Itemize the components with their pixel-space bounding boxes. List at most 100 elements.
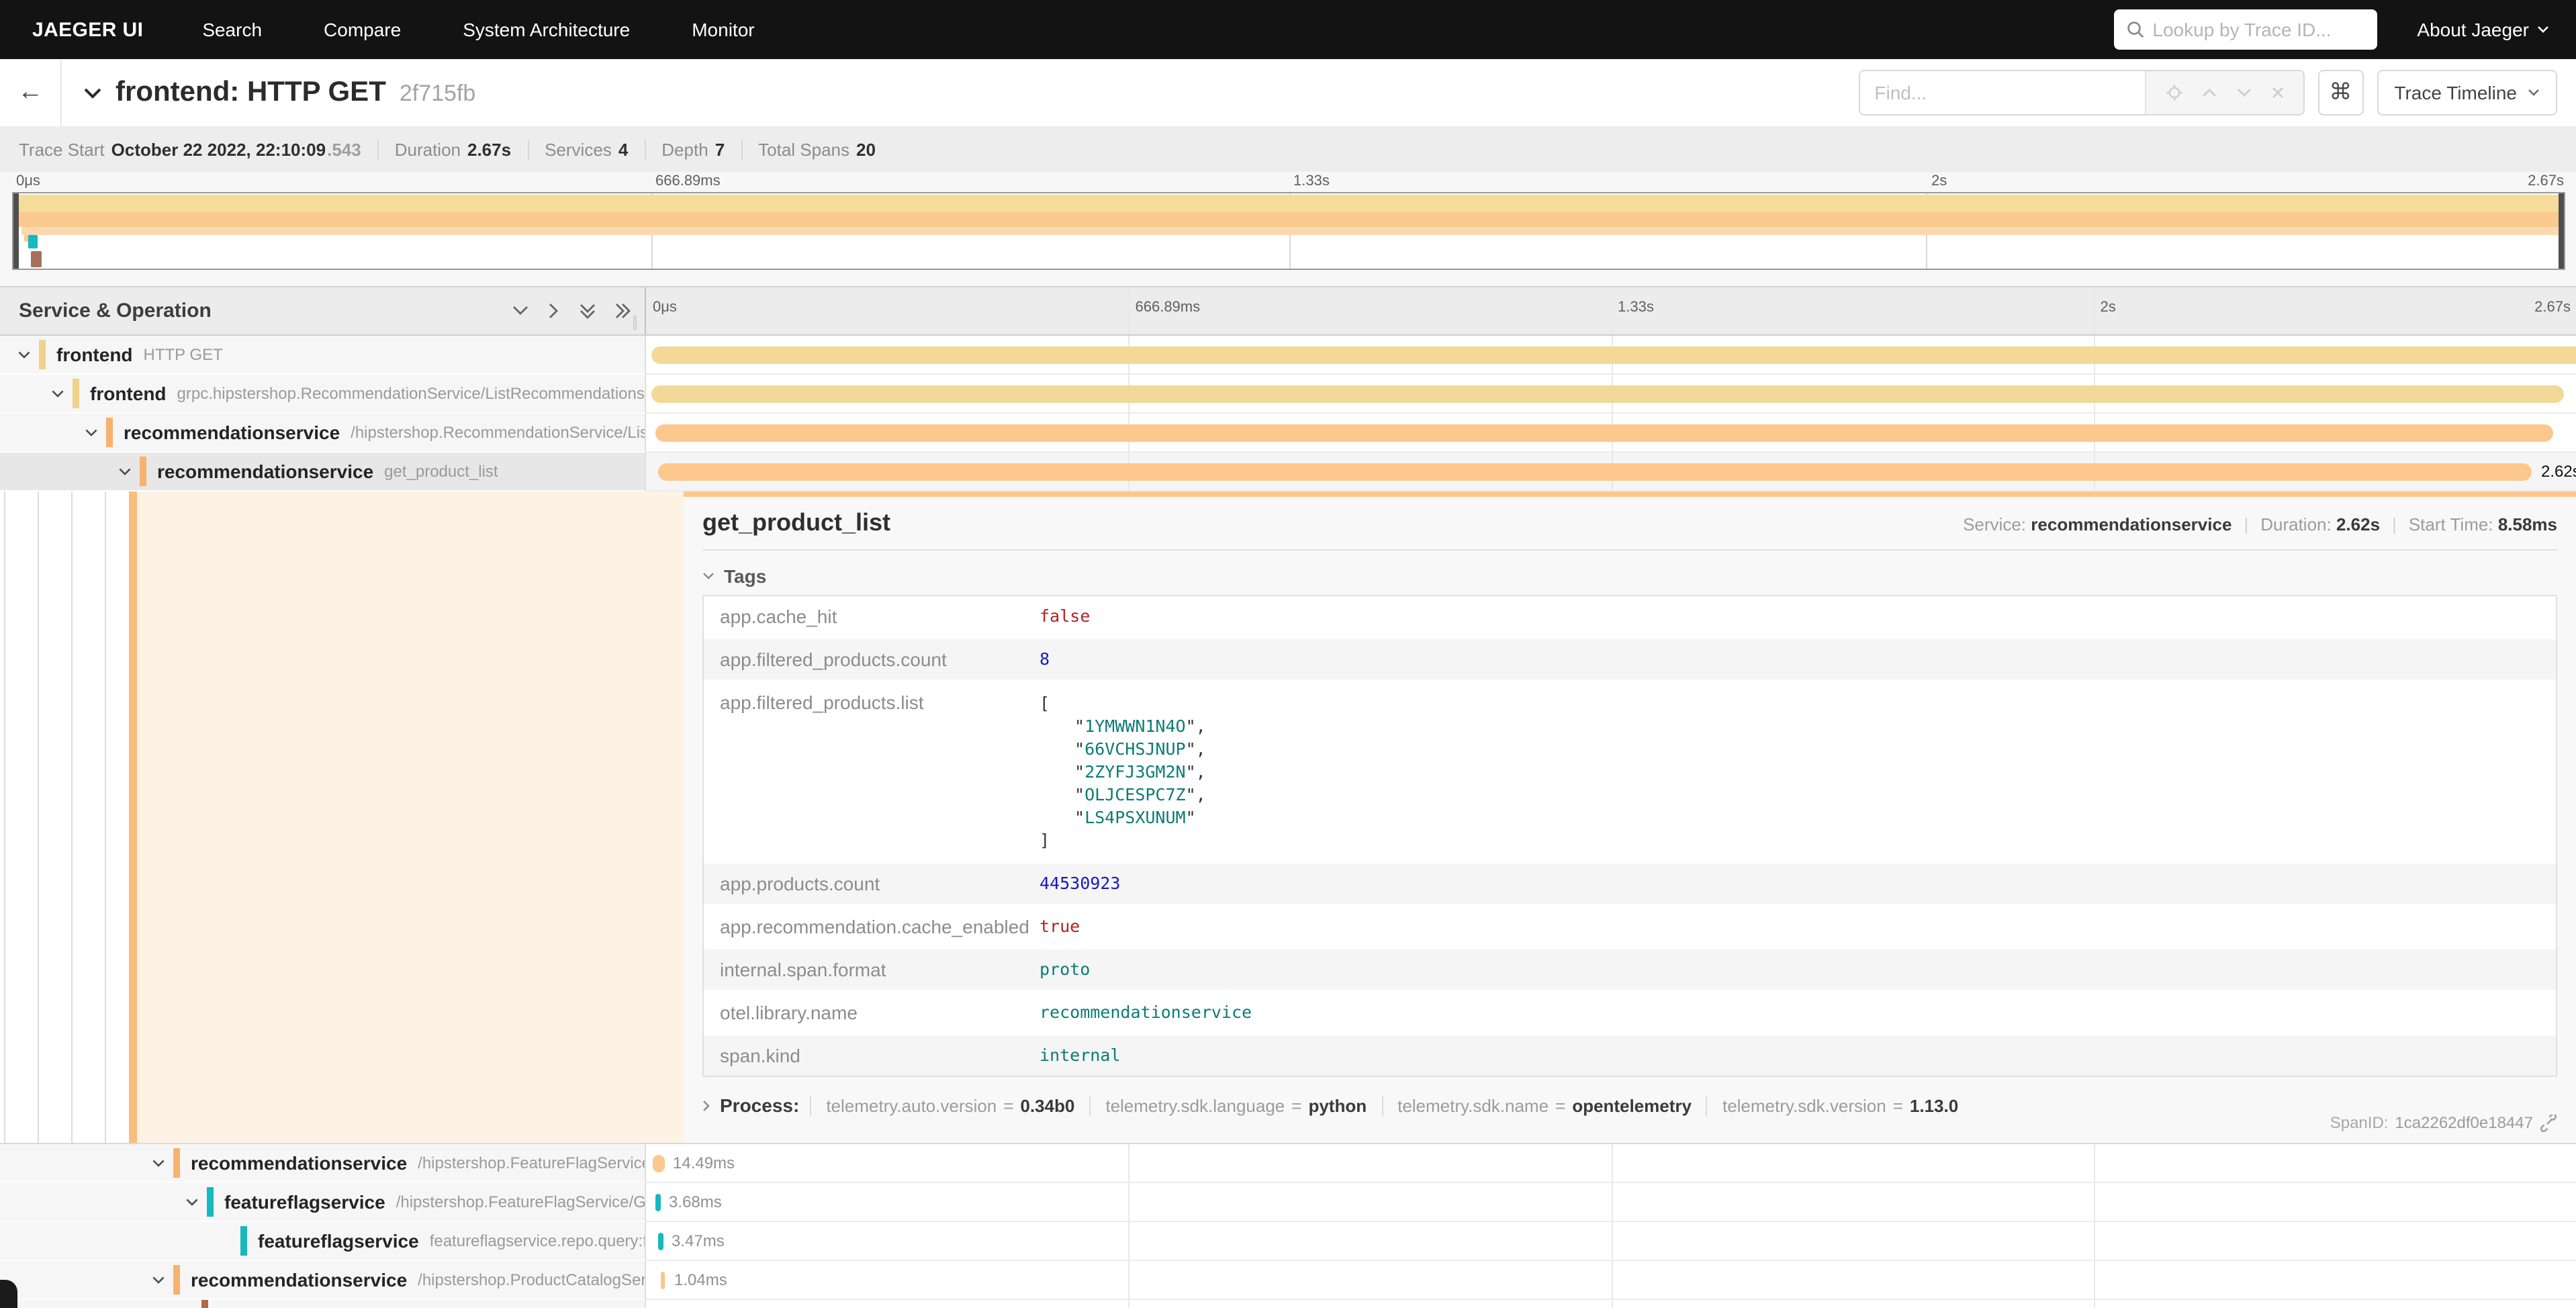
minimap-span-strip	[31, 251, 42, 267]
chevron-down-icon[interactable]	[114, 467, 136, 476]
span-bar-cell[interactable]	[646, 336, 2576, 375]
span-duration-bar[interactable]	[651, 346, 2576, 364]
trace-title: frontend: HTTP GET	[116, 77, 386, 109]
process-tag: telemetry.auto.version=0.34b0	[810, 1095, 1089, 1115]
service-name: featureflagservice	[258, 1230, 419, 1252]
span-duration-label: 3.68ms	[669, 1193, 722, 1211]
operation-name: /hipstershop.FeatureFlagService/Ge...	[396, 1193, 646, 1211]
tags-section-toggle[interactable]: Tags	[702, 565, 2557, 587]
span-name-cell[interactable]: recommendationservice /hipstershop.Recom…	[0, 414, 646, 453]
span-duration-bar[interactable]	[655, 424, 2553, 442]
process-tag: telemetry.sdk.language=python	[1089, 1095, 1381, 1115]
trace-view-selector[interactable]: Trace Timeline	[2377, 70, 2557, 115]
span-id-row: SpanID: 1ca2262df0e18447	[2330, 1113, 2557, 1132]
span-name-cell[interactable]	[0, 1300, 646, 1308]
span-duration-bar[interactable]	[658, 463, 2532, 481]
nav-link-system-architecture[interactable]: System Architecture	[463, 19, 630, 40]
span-name-cell[interactable]: frontend grpc.hipstershop.Recommendation…	[0, 375, 646, 414]
collapse-one-icon[interactable]	[512, 305, 529, 317]
depth-label: Depth	[661, 139, 708, 159]
tag-key: app.filtered_products.list	[704, 682, 1031, 861]
gridline	[1611, 1222, 1612, 1260]
collapse-trace-chevron-icon[interactable]	[83, 87, 102, 99]
prev-match-icon[interactable]	[2202, 87, 2218, 98]
service-name: recommendationservice	[124, 422, 340, 443]
brand-logo[interactable]: JAEGER UI	[32, 18, 143, 41]
collapse-all-icon[interactable]	[579, 303, 596, 319]
trace-id-short: 2f715fb	[400, 81, 475, 107]
nav-link-search[interactable]: Search	[202, 19, 262, 40]
span-duration-bar[interactable]	[658, 1233, 663, 1250]
back-button[interactable]: ←	[0, 59, 62, 126]
minimap-right-scrubber[interactable]	[2559, 193, 2564, 269]
span-duration-bar[interactable]	[653, 1155, 665, 1172]
service-color-bar	[207, 1187, 214, 1217]
span-name-cell[interactable]: recommendationservice /hipstershop.Produ…	[0, 1261, 646, 1300]
expand-one-icon[interactable]	[548, 302, 560, 320]
span-name-cell[interactable]: featureflagservice /hipstershop.FeatureF…	[0, 1183, 646, 1222]
span-id-value: 1ca2262df0e18447	[2395, 1113, 2533, 1132]
depth-value: 7	[715, 139, 725, 159]
span-bar-cell[interactable]: 14.49ms	[646, 1144, 2576, 1183]
process-section-toggle[interactable]: Process: telemetry.auto.version=0.34b0 t…	[702, 1094, 2557, 1116]
tag-key: app.products.count	[704, 863, 1031, 904]
span-name-cell[interactable]: recommendationservice get_product_list	[0, 453, 646, 492]
service-operation-header: Service & Operation	[19, 299, 212, 322]
quote: "	[1074, 716, 1085, 736]
tag-key: internal.span.format	[704, 949, 1031, 990]
gridline	[1611, 1300, 1612, 1308]
corner-overlay	[0, 1280, 17, 1308]
minimap-span-strip	[17, 212, 2564, 227]
tag-row: app.products.count 44530923	[704, 863, 2556, 906]
span-bar-cell[interactable]: 3.68ms	[646, 1183, 2576, 1222]
indent-guide	[105, 492, 106, 1143]
chevron-down-icon[interactable]	[181, 1197, 203, 1207]
trace-duration-item: Duration 2.67s	[377, 139, 527, 159]
span-bar-cell[interactable]: 3.47ms	[646, 1222, 2576, 1261]
span-duration-bar[interactable]	[651, 385, 2564, 403]
about-jaeger-menu[interactable]: About Jaeger	[2417, 19, 2549, 40]
span-color-topbar	[684, 492, 2576, 497]
service-color-bar	[140, 457, 146, 486]
focus-match-icon[interactable]	[2164, 83, 2183, 102]
span-bar-cell[interactable]	[646, 414, 2576, 453]
nav-link-compare[interactable]: Compare	[324, 19, 401, 40]
link-icon[interactable]	[2540, 1114, 2557, 1131]
divider	[702, 549, 2557, 551]
trace-minimap-section: 0μs 666.89ms 1.33s 2s 2.67s	[0, 172, 2576, 287]
chevron-down-icon[interactable]	[47, 389, 68, 398]
span-detail-row: get_product_list Service: recommendation…	[0, 492, 2576, 1144]
process-tag-value: 0.34b0	[1020, 1095, 1074, 1115]
expand-all-icon[interactable]	[615, 302, 631, 320]
span-bar-cell[interactable]: 1.04ms	[646, 1261, 2576, 1300]
tag-key: app.cache_hit	[704, 596, 1031, 637]
span-bar-cell[interactable]	[646, 375, 2576, 414]
find-input[interactable]	[1859, 71, 2144, 114]
minimap-left-scrubber[interactable]	[13, 193, 19, 269]
clear-find-icon[interactable]	[2271, 86, 2285, 99]
gridline	[1129, 1300, 1130, 1308]
column-resize-handle[interactable]: ║	[631, 316, 641, 329]
span-bar-cell[interactable]	[646, 1300, 2576, 1308]
trace-minimap[interactable]	[12, 192, 2565, 270]
keyboard-shortcuts-button[interactable]: ⌘	[2317, 70, 2363, 115]
span-bar-cell[interactable]: 2.62s	[646, 453, 2576, 492]
trace-id-lookup-input[interactable]	[2152, 19, 2354, 40]
span-name-cell[interactable]: featureflagservice featureflagservice.re…	[0, 1222, 646, 1261]
chevron-down-icon[interactable]	[148, 1158, 169, 1168]
tag-row: span.kind internal	[704, 1035, 2556, 1076]
chevron-down-icon[interactable]	[13, 350, 35, 359]
span-name-cell[interactable]: recommendationservice /hipstershop.Featu…	[0, 1144, 646, 1183]
span-name-cell[interactable]: frontend HTTP GET	[0, 336, 646, 375]
span-duration-bar[interactable]	[661, 1272, 665, 1289]
minimap-tick-2: 1.33s	[1293, 173, 1330, 189]
chevron-down-icon[interactable]	[81, 428, 102, 437]
span-duration-bar[interactable]	[655, 1194, 661, 1211]
next-match-icon[interactable]	[2236, 87, 2252, 98]
indent-guide	[4, 492, 5, 1143]
nav-link-monitor[interactable]: Monitor	[692, 19, 754, 40]
trace-services-item: Services 4	[527, 139, 644, 159]
find-group	[1858, 70, 2304, 115]
chevron-down-icon[interactable]	[148, 1275, 169, 1284]
service-name: recommendationservice	[191, 1269, 407, 1291]
